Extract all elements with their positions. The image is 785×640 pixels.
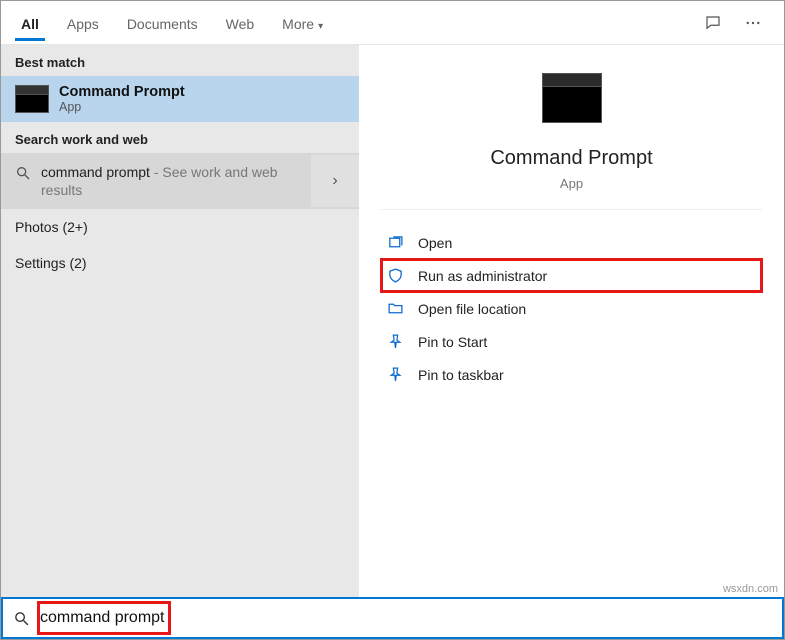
best-match-result[interactable]: Command Prompt App (1, 76, 359, 122)
pin-icon (387, 366, 404, 383)
search-web-heading: Search work and web (1, 122, 359, 153)
expand-web-result[interactable]: › (311, 155, 359, 207)
action-label: Pin to Start (418, 334, 487, 350)
open-icon (387, 234, 404, 251)
action-run-as-administrator[interactable]: Run as administrator (381, 259, 762, 292)
results-panel: Best match Command Prompt App Search wor… (1, 45, 359, 597)
tab-more[interactable]: More ▾ (268, 6, 337, 40)
tab-all[interactable]: All (7, 6, 53, 40)
feedback-icon[interactable] (704, 14, 722, 32)
preview-subtitle: App (560, 176, 583, 191)
photos-row[interactable]: Photos (2+) (1, 209, 359, 245)
action-open-file-location[interactable]: Open file location (381, 292, 762, 325)
command-prompt-icon (542, 73, 602, 123)
search-input[interactable] (40, 609, 772, 627)
action-open[interactable]: Open (381, 226, 762, 259)
settings-row[interactable]: Settings (2) (1, 245, 359, 281)
web-result-text: command prompt - See work and web result… (41, 163, 297, 199)
caret-down-icon: ▾ (318, 21, 323, 32)
preview-panel: Command Prompt App Open Run as administr… (359, 45, 784, 597)
best-match-subtitle: App (59, 100, 185, 114)
action-label: Pin to taskbar (418, 367, 504, 383)
watermark: wsxdn.com (723, 583, 778, 595)
filter-tabs: All Apps Documents Web More ▾ (1, 1, 784, 45)
search-bar[interactable] (1, 597, 784, 639)
search-icon (13, 610, 30, 627)
chevron-right-icon: › (332, 172, 337, 190)
search-icon (15, 165, 31, 181)
shield-icon (387, 267, 404, 284)
best-match-title: Command Prompt (59, 84, 185, 100)
tab-web[interactable]: Web (212, 6, 269, 40)
best-match-heading: Best match (1, 45, 359, 76)
pin-icon (387, 333, 404, 350)
action-label: Run as administrator (418, 268, 547, 284)
action-pin-to-start[interactable]: Pin to Start (381, 325, 762, 358)
tab-documents[interactable]: Documents (113, 6, 212, 40)
tab-more-label: More (282, 16, 314, 32)
actions-list: Open Run as administrator Open file loca… (359, 210, 784, 407)
preview-title: Command Prompt (490, 147, 652, 170)
tab-apps[interactable]: Apps (53, 6, 113, 40)
action-label: Open file location (418, 301, 526, 317)
action-label: Open (418, 235, 452, 251)
folder-icon (387, 300, 404, 317)
web-result-row[interactable]: command prompt - See work and web result… (1, 153, 359, 209)
command-prompt-icon (15, 85, 49, 113)
more-options-icon[interactable] (744, 14, 762, 32)
action-pin-to-taskbar[interactable]: Pin to taskbar (381, 358, 762, 391)
